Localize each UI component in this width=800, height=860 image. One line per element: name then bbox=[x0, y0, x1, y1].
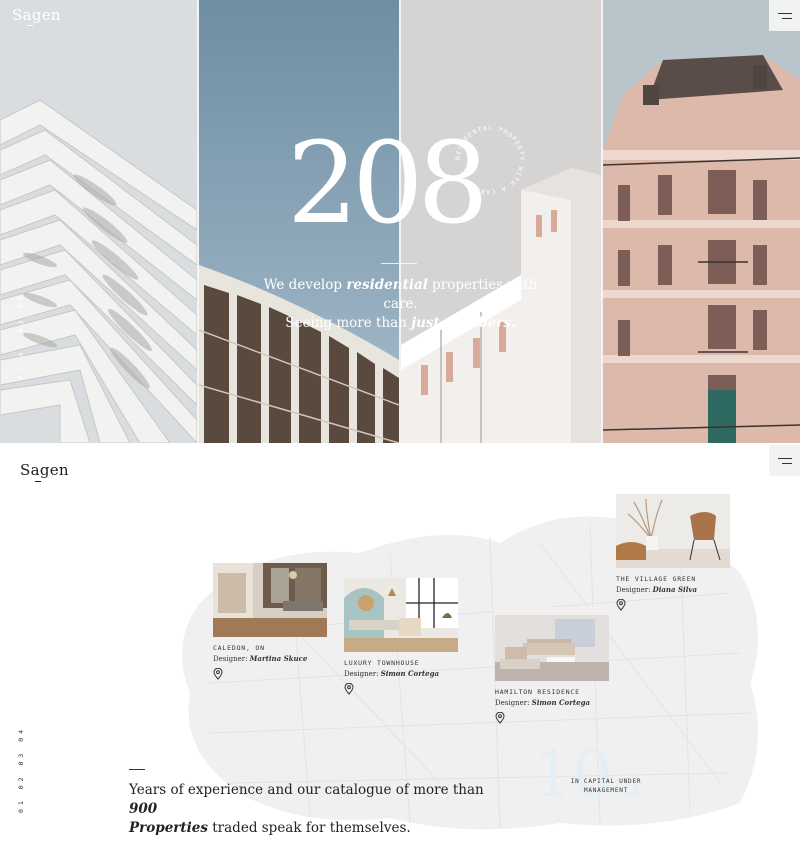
map-pin-icon[interactable] bbox=[616, 598, 626, 611]
property-name: HAMILTON RESIDENCE bbox=[495, 688, 580, 696]
capital-label: IN CAPITAL UNDER MANAGEMENT bbox=[570, 778, 642, 794]
property-card[interactable]: LUXURY TOWNHOUSE Designer: Simon Cortega bbox=[344, 578, 458, 699]
capital-value: 10 bbox=[533, 738, 612, 812]
logo-underline bbox=[35, 481, 41, 482]
designer-name: Simon Cortega bbox=[531, 698, 591, 707]
properties-section: Sagen 01 02 03 04 CALEDON, ON Designer: … bbox=[0, 443, 800, 860]
hero-image-parisian-building bbox=[603, 0, 800, 443]
property-image[interactable] bbox=[495, 607, 609, 681]
section-rule bbox=[129, 769, 145, 770]
site-logo[interactable]: Sagen bbox=[20, 461, 69, 482]
property-card[interactable]: THE VILLAGE GREEN Designer: Diana Silva bbox=[616, 494, 730, 615]
logo-underline bbox=[27, 25, 33, 26]
designer-name: Martina Skuce bbox=[249, 654, 308, 663]
property-designer: Designer: Diana Silva bbox=[616, 585, 730, 594]
statement-text: Years of experience and our catalogue of… bbox=[129, 782, 484, 798]
hamburger-menu-icon[interactable] bbox=[769, 0, 800, 31]
hero-slide-pager[interactable]: 01 02 03 04 bbox=[17, 270, 25, 380]
hero-ring-badge: RESIDENTAL PROPERTY WITH A CARE bbox=[455, 125, 525, 195]
map-pin-icon[interactable] bbox=[213, 667, 223, 680]
property-designer: Designer: Martina Skuce bbox=[213, 654, 327, 663]
property-card[interactable]: HAMILTON RESIDENCE Designer: Simon Corte… bbox=[495, 607, 609, 728]
property-image[interactable] bbox=[213, 563, 327, 637]
property-image[interactable] bbox=[344, 578, 458, 652]
tagline-emphasis: residential bbox=[346, 277, 428, 293]
designer-name: Diana Silva bbox=[652, 585, 697, 594]
designer-label: Designer: bbox=[495, 699, 530, 707]
experience-statement: Years of experience and our catalogue of… bbox=[129, 781, 489, 838]
tagline-text: We develop bbox=[263, 277, 347, 293]
designer-label: Designer: bbox=[616, 586, 651, 594]
site-logo-text: Sagen bbox=[20, 461, 69, 479]
property-name: CALEDON, ON bbox=[213, 644, 265, 652]
property-image[interactable] bbox=[616, 494, 730, 568]
tagline-emphasis: just numbers. bbox=[411, 315, 516, 331]
menu-line bbox=[781, 17, 792, 19]
capital-stat: 10m bbox=[533, 743, 641, 807]
property-name: LUXURY TOWNHOUSE bbox=[344, 659, 420, 667]
hero-section: Sagen 208 RESIDENTAL PROPERTY WITH A CAR… bbox=[0, 0, 800, 443]
tagline-rule bbox=[381, 263, 417, 264]
designer-label: Designer: bbox=[213, 655, 248, 663]
site-logo[interactable]: Sagen bbox=[12, 6, 61, 26]
property-designer: Designer: Simon Cortega bbox=[495, 698, 609, 707]
map-pin-icon[interactable] bbox=[344, 682, 354, 695]
designer-label: Designer: bbox=[344, 670, 379, 678]
hero-tagline: We develop residential properties with c… bbox=[258, 276, 543, 333]
designer-name: Simon Cortega bbox=[380, 669, 440, 678]
menu-line bbox=[781, 462, 792, 464]
statement-emphasis: Properties bbox=[129, 820, 208, 836]
site-logo-text: Sagen bbox=[12, 6, 61, 24]
statement-emphasis: 900 bbox=[129, 801, 158, 817]
property-card[interactable]: CALEDON, ON Designer: Martina Skuce bbox=[213, 563, 327, 684]
statement-text: traded speak for themselves. bbox=[207, 820, 411, 836]
section-slide-pager[interactable]: 01 02 03 04 bbox=[17, 718, 25, 813]
hero-image-facade bbox=[0, 0, 197, 443]
hamburger-menu-icon[interactable] bbox=[769, 445, 800, 476]
menu-line bbox=[777, 12, 792, 14]
svg-text:RESIDENTAL PROPERTY WITH A CAR: RESIDENTAL PROPERTY WITH A CARE bbox=[455, 125, 525, 195]
menu-line bbox=[777, 457, 792, 459]
tagline-text: Seeing more than bbox=[285, 315, 412, 331]
property-name: THE VILLAGE GREEN bbox=[616, 575, 697, 583]
map-pin-icon[interactable] bbox=[495, 711, 505, 724]
property-designer: Designer: Simon Cortega bbox=[344, 669, 458, 678]
